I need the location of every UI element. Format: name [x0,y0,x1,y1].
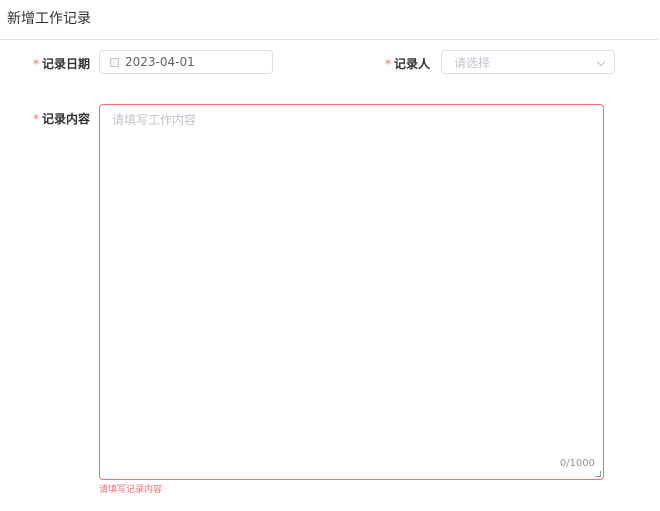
required-mark: * [32,112,39,126]
recorder-label: * 记录人 [370,55,430,72]
content-label-text: 记录内容 [41,112,90,126]
chevron-down-icon [596,57,606,67]
recorder-label-text: 记录人 [393,57,430,71]
header-divider [0,39,658,40]
calendar-icon [110,57,119,67]
required-mark: * [384,57,391,71]
recorder-placeholder: 请选择 [454,55,491,70]
content-textarea[interactable]: 请填写工作内容 0/1000 [99,104,604,480]
required-mark: * [32,57,39,71]
page-title: 新增工作记录 [7,11,91,27]
char-count: 0/1000 [559,458,595,469]
date-picker[interactable]: 2023-04-01 [99,50,273,74]
date-label-text: 记录日期 [41,57,90,71]
resize-handle[interactable] [595,471,601,477]
content-placeholder: 请填写工作内容 [112,113,197,127]
date-value: 2023-04-01 [125,55,195,69]
content-error: 请填写记录内容 [99,485,163,495]
recorder-select[interactable]: 请选择 [441,50,615,74]
date-label: * 记录日期 [20,55,90,72]
content-label: * 记录内容 [20,110,90,127]
